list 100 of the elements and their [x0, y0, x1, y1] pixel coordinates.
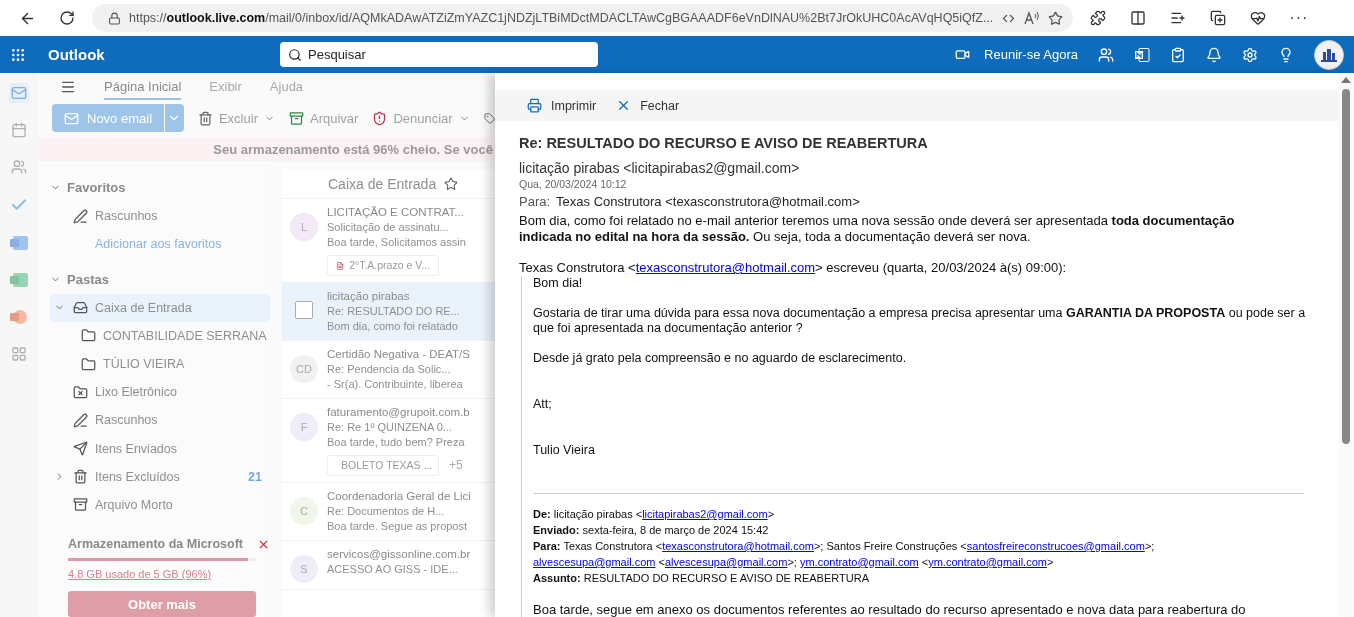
email-link[interactable]: santosfreireconstrucoes@gmail.com — [966, 540, 1145, 552]
ribbon-tab[interactable]: Página Inicial — [104, 74, 182, 100]
recipient-label: Para: — [519, 194, 551, 209]
folder-icon — [81, 328, 96, 344]
email-link[interactable]: licitapirabas2@gmail.com — [642, 508, 768, 520]
notification-bell-icon[interactable] — [1206, 46, 1222, 63]
meet-now-button[interactable]: Reunir-se Agora — [955, 47, 1078, 62]
heart-pulse-icon[interactable] — [1250, 10, 1267, 26]
teams-icon[interactable] — [1098, 46, 1114, 63]
folder-icon — [81, 356, 96, 372]
message-preview: Boa tarde. Segue as propost — [327, 519, 469, 534]
folder-item[interactable]: Rascunhos — [50, 406, 270, 435]
message-subject: Re: Pendencia da Solic... — [327, 362, 452, 377]
more-button[interactable]: ··· — [1289, 9, 1309, 27]
attachment-chip[interactable]: 2°T.A.prazo e V... — [327, 255, 439, 276]
ribbon-tab[interactable]: Ajuda — [269, 74, 304, 100]
refresh-icon[interactable] — [59, 10, 75, 26]
section-title[interactable]: Pastas — [67, 271, 109, 287]
quoted-paragraph: Bom dia! — [533, 276, 584, 291]
email-link[interactable]: alvescesupa@gmail.com — [664, 556, 788, 568]
email-link[interactable]: ym.contrato@gmail.com — [928, 556, 1047, 568]
email-date: Qua, 20/03/2024 10:12 — [519, 178, 628, 190]
toolbar-button[interactable]: Arquivar — [288, 110, 359, 126]
forwarded-paragraph: Boa tarde, segue em anexo os documentos referentes ao resultado do recurso apresentado e nova data para reabertura do — [533, 602, 1247, 617]
scrollbar[interactable] — [1338, 73, 1354, 617]
address-bar[interactable]: https://outlook.live.com/mail/0/inbox/id/AQMkADAwATZiZmYAZC1jNDZjLTBiMDctMDACLTAwCgBGAAADF6eVnDlNAU%2Bt7JrOkUHC0AcAVqHQ5iQfZ... — [92, 4, 1074, 32]
folder-item[interactable]: Rascunhos — [50, 202, 270, 231]
app-launcher-icon[interactable] — [10, 46, 26, 63]
sender-name: faturamento@grupoit.com.b — [327, 405, 470, 420]
recipient: Texas Construtora <texasconstrutora@hotmail.com> — [556, 194, 860, 209]
folder-item[interactable]: CONTABILIDADE SERRANA — [50, 321, 270, 350]
quoted-paragraph: Tulio Vieira — [533, 443, 596, 458]
folder-item[interactable]: Adicionar aos favoritos — [50, 230, 270, 259]
search-field[interactable]: Pesquisar — [280, 42, 598, 67]
message-subject: ACESSO AO GISS - IDE... — [327, 562, 459, 577]
trash-icon — [197, 110, 213, 126]
folder-item[interactable]: Lixo Eletrônico — [50, 378, 270, 407]
clipboard-check-icon[interactable] — [1170, 46, 1186, 63]
settings-icon[interactable] — [1242, 46, 1258, 63]
quote-header: Texas Construtora <texasconstrutora@hotmail.com> escreveu (quarta, 20/03/2024 à(s) 09:00): — [519, 260, 1068, 276]
folder-item[interactable]: Itens Enviados — [50, 434, 270, 463]
app-name: Outlook — [48, 46, 106, 63]
folder-item[interactable]: TÚLIO VIEIRA — [50, 349, 270, 379]
video-camera-icon — [955, 47, 971, 62]
search-icon — [288, 48, 302, 62]
pencil-icon — [73, 208, 88, 224]
sender-name: LICITAÇÃO E CONTRAT... — [327, 205, 465, 220]
menu-icon[interactable] — [60, 79, 76, 95]
tag-icon[interactable] — [483, 110, 495, 126]
more-attachments-count: +5 — [449, 458, 463, 473]
sender-avatar: S — [290, 555, 318, 583]
ribbon-tab[interactable]: Exibir — [209, 74, 242, 100]
unread-count: 21 — [248, 469, 262, 484]
folder-item[interactable]: Caixa de Entrada — [50, 293, 270, 322]
favorites-icon[interactable] — [1170, 10, 1187, 26]
pdf-file-icon — [336, 259, 345, 272]
read-aloud-icon[interactable] — [1024, 11, 1041, 25]
send-icon — [73, 441, 88, 457]
message-preview: Boa tarde, tudo bem? Preza — [327, 435, 466, 450]
attachment-chip[interactable]: BOLETO TEXAS ... — [327, 455, 439, 476]
trash-icon — [73, 469, 88, 485]
email-link[interactable]: texasconstrutora@hotmail.com — [662, 540, 814, 552]
email-link[interactable]: texasconstrutora@hotmail.com — [635, 260, 816, 275]
junk-folder-icon — [73, 384, 88, 400]
toolbar-button[interactable]: Excluir — [197, 110, 275, 126]
message-subject: Re: Documentos de H... — [327, 504, 446, 519]
message-item[interactable]: licitação pirabas Re: RESULTADO DO RE... Bom dia, como foi relatado — [282, 283, 495, 341]
folder-item[interactable]: Itens Excluídos 21 — [50, 462, 270, 491]
attachment-name: 2°T.A.prazo e V... — [349, 258, 430, 273]
close-button[interactable]: Fechar — [616, 98, 680, 113]
split-screen-icon[interactable] — [1130, 10, 1147, 26]
checkbox[interactable] — [295, 301, 313, 319]
collections-icon[interactable] — [1210, 10, 1227, 26]
new-email-button[interactable]: Novo email — [52, 104, 165, 132]
message-subject: Solicitação de assinatu... — [327, 220, 450, 235]
section-title[interactable]: Favoritos — [67, 180, 126, 196]
print-button[interactable]: Imprimir — [527, 98, 597, 113]
email-body-text: Bom dia, como foi relatado no e-mail anterior teremos uma nova sessão onde deverá ser apresentada toda documentação indicada no edital na hora da sessão. Ou seja, toda a documentação deverá ser nova. — [519, 213, 1236, 245]
storage-usage-link[interactable]: 4.8 GB usado de 5 GB (96%) — [68, 568, 270, 580]
sender-name: Certidão Negativa - DEAT/S — [327, 347, 470, 362]
quoted-paragraph: Gostaria de tirar uma dúvida para essa nova documentação a empresa precisa apresentar uma GARANTIA DA PROPOSTA ou pode ser a que foi apresentada na documentação anterior ? — [533, 306, 1307, 336]
star-icon[interactable] — [1048, 10, 1064, 26]
star-icon[interactable] — [444, 176, 459, 191]
quoted-paragraph: Desde já grato pela compreensão e no aguardo de esclarecimento. — [533, 351, 908, 366]
folder-item[interactable]: Arquivo Morto — [50, 490, 270, 519]
mail-icon — [64, 110, 79, 126]
sender-avatar: C — [290, 497, 318, 525]
puzzle-icon[interactable] — [1090, 10, 1107, 26]
email-link[interactable]: alvescesupa@gmail.com — [533, 556, 656, 568]
email-link[interactable]: ym.contrato@gmail.com — [799, 556, 919, 568]
email-sender: licitação pirabas <licitapirabas2@gmail.com> — [519, 160, 801, 176]
toolbar-button[interactable]: Denunciar — [372, 110, 470, 126]
profile-avatar[interactable] — [1314, 39, 1344, 70]
sender-avatar: CD — [290, 355, 318, 383]
sender-avatar: L — [290, 213, 318, 241]
lightbulb-icon[interactable] — [1278, 46, 1294, 63]
get-storage-button[interactable]: Obter mais — [68, 591, 256, 617]
sender-avatar: F — [290, 413, 318, 441]
message-preview: - Sr(a). Contribuinte, liberea — [327, 377, 464, 392]
notebook-icon[interactable] — [1134, 46, 1150, 63]
